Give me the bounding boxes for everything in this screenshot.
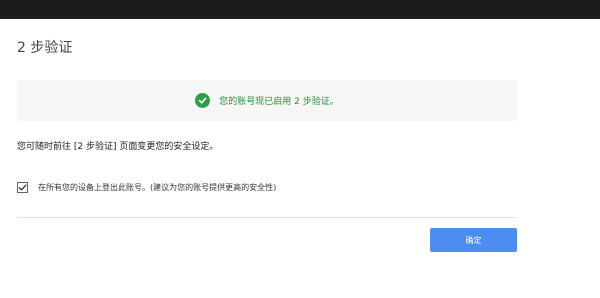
signout-label[interactable]: 在所有您的设备上登出此账号。(建议为您的账号提供更高的安全性): [38, 182, 276, 193]
divider: [17, 217, 517, 218]
check-circle-icon: [195, 93, 211, 108]
top-bar: [0, 0, 600, 19]
confirm-button[interactable]: 确定: [430, 228, 517, 252]
checkmark-icon: [18, 184, 27, 190]
success-banner: 您的账号现已启用 2 步验证。: [17, 80, 517, 121]
success-message: 您的账号现已启用 2 步验证。: [219, 97, 339, 107]
info-text: 您可随时前往 [2 步验证] 页面变更您的安全设定。: [17, 142, 219, 152]
signout-checkbox[interactable]: [17, 181, 28, 193]
page-title: 2 步验证: [17, 40, 73, 56]
signout-option: 在所有您的设备上登出此账号。(建议为您的账号提供更高的安全性): [17, 180, 276, 194]
